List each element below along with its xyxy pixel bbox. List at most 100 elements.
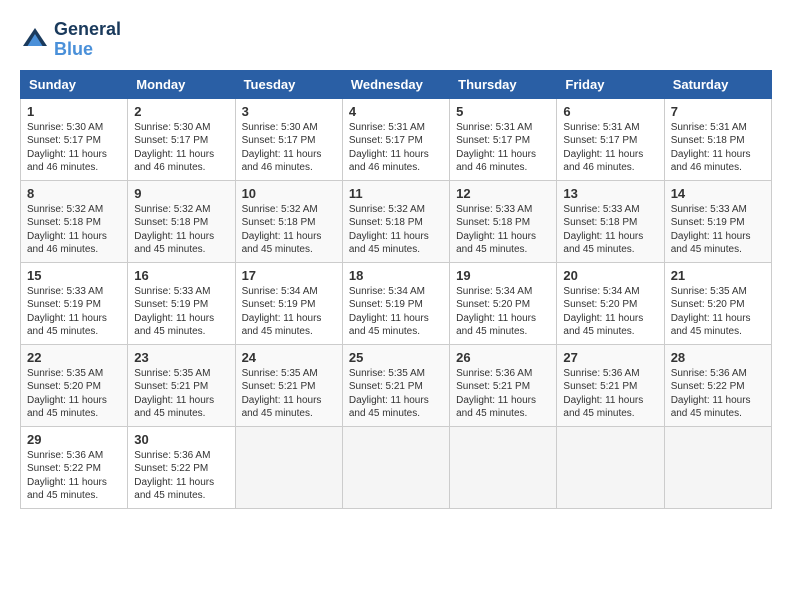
- day-cell-30: 30 Sunrise: 5:36 AM Sunset: 5:22 PM Dayl…: [128, 426, 235, 508]
- logo-icon: [20, 25, 50, 55]
- day-info: Sunrise: 5:36 AM Sunset: 5:22 PM Dayligh…: [134, 449, 228, 503]
- weekday-header-saturday: Saturday: [664, 70, 771, 98]
- day-number: 7: [671, 104, 765, 119]
- day-cell-14: 14 Sunrise: 5:33 AM Sunset: 5:19 PM Dayl…: [664, 180, 771, 262]
- weekday-header-thursday: Thursday: [450, 70, 557, 98]
- day-cell-27: 27 Sunrise: 5:36 AM Sunset: 5:21 PM Dayl…: [557, 344, 664, 426]
- day-info: Sunrise: 5:35 AM Sunset: 5:21 PM Dayligh…: [242, 367, 336, 421]
- day-cell-24: 24 Sunrise: 5:35 AM Sunset: 5:21 PM Dayl…: [235, 344, 342, 426]
- day-cell-10: 10 Sunrise: 5:32 AM Sunset: 5:18 PM Dayl…: [235, 180, 342, 262]
- day-info: Sunrise: 5:32 AM Sunset: 5:18 PM Dayligh…: [349, 203, 443, 257]
- day-number: 20: [563, 268, 657, 283]
- weekday-header-wednesday: Wednesday: [342, 70, 449, 98]
- day-cell-17: 17 Sunrise: 5:34 AM Sunset: 5:19 PM Dayl…: [235, 262, 342, 344]
- day-cell-26: 26 Sunrise: 5:36 AM Sunset: 5:21 PM Dayl…: [450, 344, 557, 426]
- day-number: 5: [456, 104, 550, 119]
- day-info: Sunrise: 5:34 AM Sunset: 5:20 PM Dayligh…: [456, 285, 550, 339]
- day-cell-21: 21 Sunrise: 5:35 AM Sunset: 5:20 PM Dayl…: [664, 262, 771, 344]
- day-number: 17: [242, 268, 336, 283]
- calendar-week-4: 22 Sunrise: 5:35 AM Sunset: 5:20 PM Dayl…: [21, 344, 772, 426]
- day-number: 10: [242, 186, 336, 201]
- day-number: 8: [27, 186, 121, 201]
- day-cell-3: 3 Sunrise: 5:30 AM Sunset: 5:17 PM Dayli…: [235, 98, 342, 180]
- weekday-header-friday: Friday: [557, 70, 664, 98]
- calendar-week-3: 15 Sunrise: 5:33 AM Sunset: 5:19 PM Dayl…: [21, 262, 772, 344]
- day-number: 24: [242, 350, 336, 365]
- day-cell-29: 29 Sunrise: 5:36 AM Sunset: 5:22 PM Dayl…: [21, 426, 128, 508]
- day-info: Sunrise: 5:32 AM Sunset: 5:18 PM Dayligh…: [134, 203, 228, 257]
- day-cell-18: 18 Sunrise: 5:34 AM Sunset: 5:19 PM Dayl…: [342, 262, 449, 344]
- day-info: Sunrise: 5:31 AM Sunset: 5:17 PM Dayligh…: [456, 121, 550, 175]
- day-cell-11: 11 Sunrise: 5:32 AM Sunset: 5:18 PM Dayl…: [342, 180, 449, 262]
- day-number: 16: [134, 268, 228, 283]
- day-cell-4: 4 Sunrise: 5:31 AM Sunset: 5:17 PM Dayli…: [342, 98, 449, 180]
- day-info: Sunrise: 5:33 AM Sunset: 5:19 PM Dayligh…: [134, 285, 228, 339]
- day-number: 29: [27, 432, 121, 447]
- day-number: 28: [671, 350, 765, 365]
- day-number: 22: [27, 350, 121, 365]
- day-number: 13: [563, 186, 657, 201]
- day-number: 9: [134, 186, 228, 201]
- day-cell-22: 22 Sunrise: 5:35 AM Sunset: 5:20 PM Dayl…: [21, 344, 128, 426]
- day-number: 12: [456, 186, 550, 201]
- day-info: Sunrise: 5:30 AM Sunset: 5:17 PM Dayligh…: [134, 121, 228, 175]
- day-number: 1: [27, 104, 121, 119]
- day-info: Sunrise: 5:33 AM Sunset: 5:18 PM Dayligh…: [456, 203, 550, 257]
- logo-text: General Blue: [54, 20, 121, 60]
- weekday-header-sunday: Sunday: [21, 70, 128, 98]
- day-cell-20: 20 Sunrise: 5:34 AM Sunset: 5:20 PM Dayl…: [557, 262, 664, 344]
- day-info: Sunrise: 5:33 AM Sunset: 5:19 PM Dayligh…: [671, 203, 765, 257]
- day-info: Sunrise: 5:30 AM Sunset: 5:17 PM Dayligh…: [242, 121, 336, 175]
- day-cell-8: 8 Sunrise: 5:32 AM Sunset: 5:18 PM Dayli…: [21, 180, 128, 262]
- day-cell-23: 23 Sunrise: 5:35 AM Sunset: 5:21 PM Dayl…: [128, 344, 235, 426]
- day-info: Sunrise: 5:30 AM Sunset: 5:17 PM Dayligh…: [27, 121, 121, 175]
- day-info: Sunrise: 5:34 AM Sunset: 5:19 PM Dayligh…: [242, 285, 336, 339]
- day-cell-25: 25 Sunrise: 5:35 AM Sunset: 5:21 PM Dayl…: [342, 344, 449, 426]
- day-info: Sunrise: 5:36 AM Sunset: 5:22 PM Dayligh…: [671, 367, 765, 421]
- day-info: Sunrise: 5:36 AM Sunset: 5:21 PM Dayligh…: [563, 367, 657, 421]
- day-number: 3: [242, 104, 336, 119]
- empty-cell: [235, 426, 342, 508]
- day-info: Sunrise: 5:32 AM Sunset: 5:18 PM Dayligh…: [27, 203, 121, 257]
- calendar-week-5: 29 Sunrise: 5:36 AM Sunset: 5:22 PM Dayl…: [21, 426, 772, 508]
- day-cell-2: 2 Sunrise: 5:30 AM Sunset: 5:17 PM Dayli…: [128, 98, 235, 180]
- day-number: 27: [563, 350, 657, 365]
- day-info: Sunrise: 5:34 AM Sunset: 5:19 PM Dayligh…: [349, 285, 443, 339]
- calendar-week-2: 8 Sunrise: 5:32 AM Sunset: 5:18 PM Dayli…: [21, 180, 772, 262]
- day-info: Sunrise: 5:35 AM Sunset: 5:21 PM Dayligh…: [134, 367, 228, 421]
- day-cell-16: 16 Sunrise: 5:33 AM Sunset: 5:19 PM Dayl…: [128, 262, 235, 344]
- day-cell-12: 12 Sunrise: 5:33 AM Sunset: 5:18 PM Dayl…: [450, 180, 557, 262]
- day-cell-9: 9 Sunrise: 5:32 AM Sunset: 5:18 PM Dayli…: [128, 180, 235, 262]
- day-info: Sunrise: 5:31 AM Sunset: 5:17 PM Dayligh…: [349, 121, 443, 175]
- day-cell-15: 15 Sunrise: 5:33 AM Sunset: 5:19 PM Dayl…: [21, 262, 128, 344]
- day-cell-28: 28 Sunrise: 5:36 AM Sunset: 5:22 PM Dayl…: [664, 344, 771, 426]
- day-number: 6: [563, 104, 657, 119]
- day-cell-19: 19 Sunrise: 5:34 AM Sunset: 5:20 PM Dayl…: [450, 262, 557, 344]
- day-info: Sunrise: 5:33 AM Sunset: 5:19 PM Dayligh…: [27, 285, 121, 339]
- day-info: Sunrise: 5:35 AM Sunset: 5:20 PM Dayligh…: [27, 367, 121, 421]
- day-number: 2: [134, 104, 228, 119]
- day-cell-7: 7 Sunrise: 5:31 AM Sunset: 5:18 PM Dayli…: [664, 98, 771, 180]
- weekday-header-monday: Monday: [128, 70, 235, 98]
- day-cell-13: 13 Sunrise: 5:33 AM Sunset: 5:18 PM Dayl…: [557, 180, 664, 262]
- empty-cell: [557, 426, 664, 508]
- day-number: 15: [27, 268, 121, 283]
- weekday-header-tuesday: Tuesday: [235, 70, 342, 98]
- day-number: 14: [671, 186, 765, 201]
- day-info: Sunrise: 5:36 AM Sunset: 5:22 PM Dayligh…: [27, 449, 121, 503]
- empty-cell: [342, 426, 449, 508]
- day-number: 11: [349, 186, 443, 201]
- calendar-week-1: 1 Sunrise: 5:30 AM Sunset: 5:17 PM Dayli…: [21, 98, 772, 180]
- day-cell-5: 5 Sunrise: 5:31 AM Sunset: 5:17 PM Dayli…: [450, 98, 557, 180]
- empty-cell: [664, 426, 771, 508]
- day-number: 25: [349, 350, 443, 365]
- header: General Blue: [20, 20, 772, 60]
- day-number: 19: [456, 268, 550, 283]
- day-info: Sunrise: 5:36 AM Sunset: 5:21 PM Dayligh…: [456, 367, 550, 421]
- day-info: Sunrise: 5:34 AM Sunset: 5:20 PM Dayligh…: [563, 285, 657, 339]
- day-number: 23: [134, 350, 228, 365]
- day-info: Sunrise: 5:31 AM Sunset: 5:17 PM Dayligh…: [563, 121, 657, 175]
- day-info: Sunrise: 5:35 AM Sunset: 5:21 PM Dayligh…: [349, 367, 443, 421]
- day-cell-1: 1 Sunrise: 5:30 AM Sunset: 5:17 PM Dayli…: [21, 98, 128, 180]
- logo: General Blue: [20, 20, 121, 60]
